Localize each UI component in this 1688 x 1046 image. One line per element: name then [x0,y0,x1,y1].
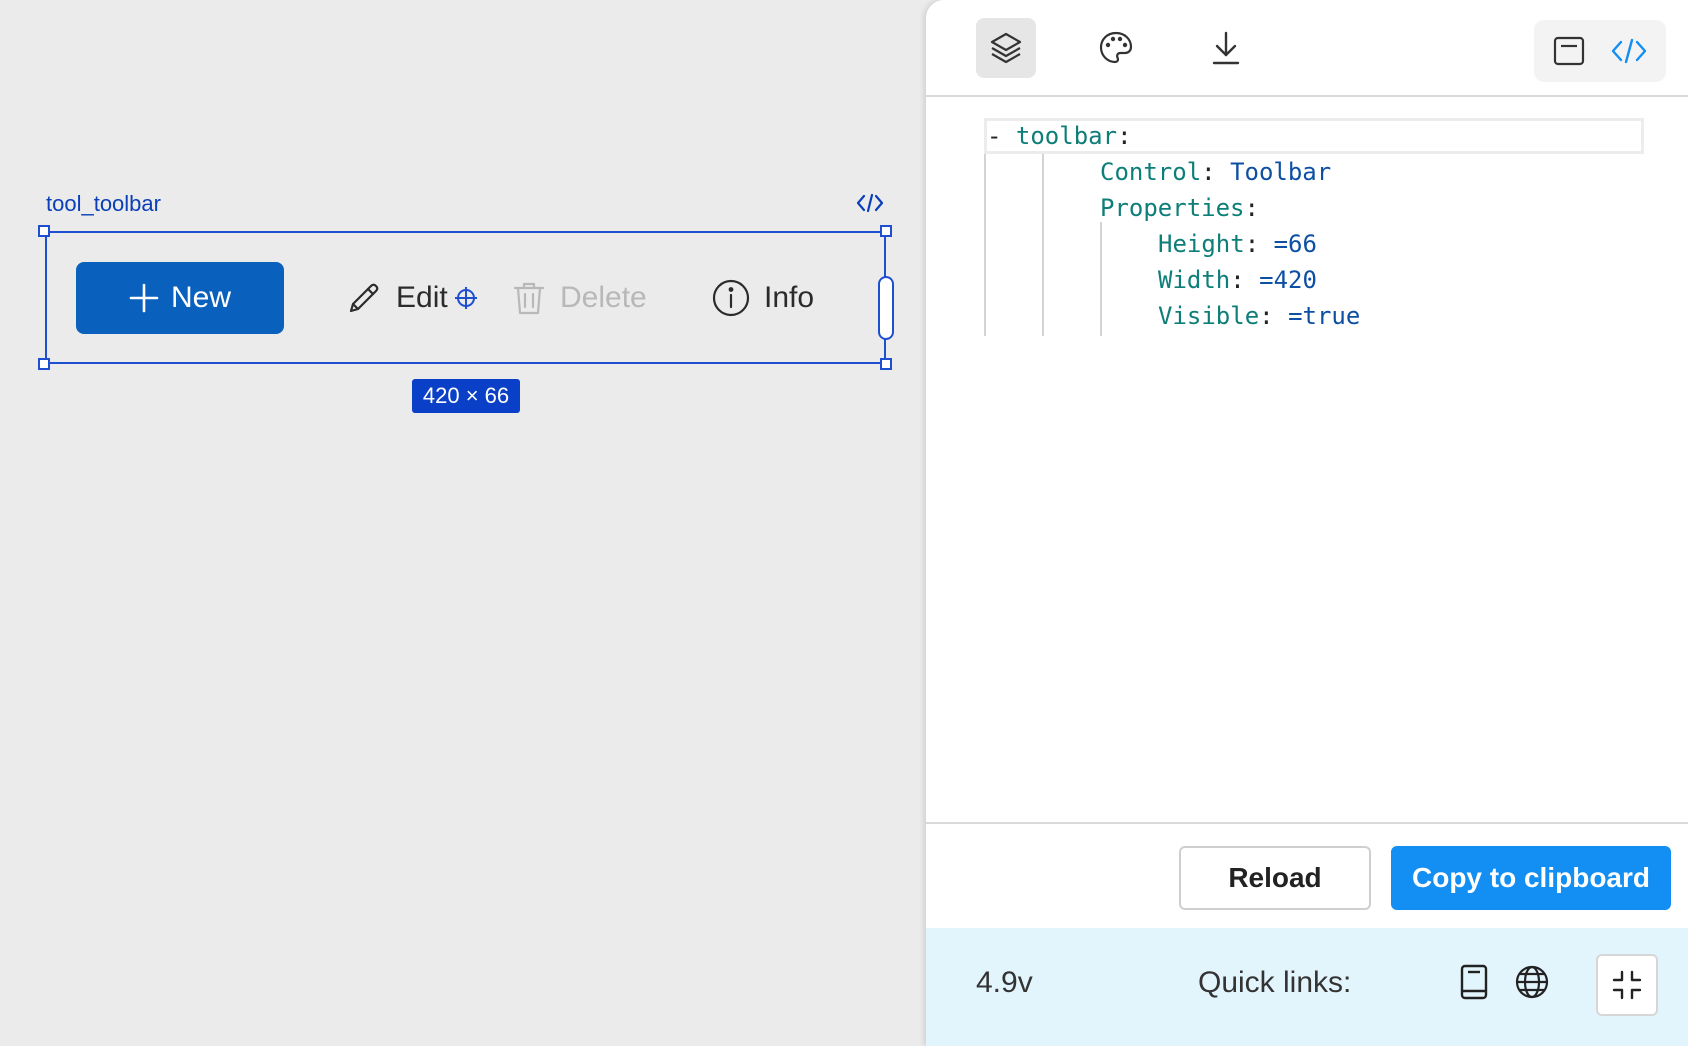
palette-icon [1099,31,1133,64]
size-badge: 420 × 66 [412,379,520,413]
version-label: 4.9v [976,966,1033,999]
tab-styles[interactable] [1086,18,1146,78]
book-icon [1460,964,1488,1000]
code-line-visible: Visible: =true [1158,302,1361,330]
code-line-control: Control: Toolbar [1100,158,1332,186]
info-button-label: Info [764,281,815,314]
info-button[interactable]: Info [712,270,814,326]
website-link[interactable] [1512,962,1552,1002]
yaml-code-view[interactable]: - toolbar: Control: Toolbar Properties: … [984,118,1644,336]
edit-button-label: Edit [396,281,448,314]
collapse-icon [1612,970,1642,1000]
crosshair-icon [455,287,477,309]
code-line-width: Width: =420 [1158,266,1317,294]
view-toggle [1534,20,1666,82]
collapse-panel-button[interactable] [1596,954,1658,1016]
plus-icon [129,283,159,313]
docs-link[interactable] [1454,962,1494,1002]
code-icon[interactable] [854,190,886,216]
form-view-button[interactable] [1544,26,1594,76]
reload-button[interactable]: Reload [1179,846,1371,910]
code-view-button[interactable] [1604,26,1654,76]
new-button[interactable]: New [76,262,284,334]
edit-button[interactable]: Edit [346,270,448,326]
pencil-icon [349,283,379,313]
resize-handle-right[interactable] [878,276,894,340]
code-view-icon [1611,38,1647,64]
panel-toolbar [926,0,1688,97]
delete-button-label: Delete [560,281,647,314]
resize-handle-top-right[interactable] [880,225,892,237]
resize-handle-top-left[interactable] [38,225,50,237]
form-view-icon [1553,36,1585,66]
panel-footer: Reload Copy to clipboard [926,822,1688,928]
status-bar: 4.9v Quick links: [926,928,1688,1046]
globe-icon [1515,965,1549,999]
code-line-properties: Properties: [1100,194,1259,222]
code-line-height: Height: =66 [1158,230,1317,258]
resize-handle-bottom-right[interactable] [880,358,892,370]
control-name-label: tool_toolbar [46,191,161,216]
tab-layers[interactable] [976,18,1036,78]
properties-panel: - toolbar: Control: Toolbar Properties: … [926,0,1688,1046]
info-icon [712,279,750,317]
quick-links-label: Quick links: [1198,966,1352,999]
download-icon [1212,31,1240,65]
resize-handle-bottom-left[interactable] [38,358,50,370]
copy-to-clipboard-button[interactable]: Copy to clipboard [1391,846,1671,910]
new-button-label: New [170,281,231,314]
tab-download[interactable] [1196,18,1256,78]
code-line-root: - toolbar: [984,118,1644,154]
layers-icon [990,32,1022,64]
delete-button[interactable]: Delete [512,270,647,326]
design-canvas[interactable]: tool_toolbar New Edit Delete Info 420 × … [0,0,926,1046]
trash-icon [513,282,545,315]
